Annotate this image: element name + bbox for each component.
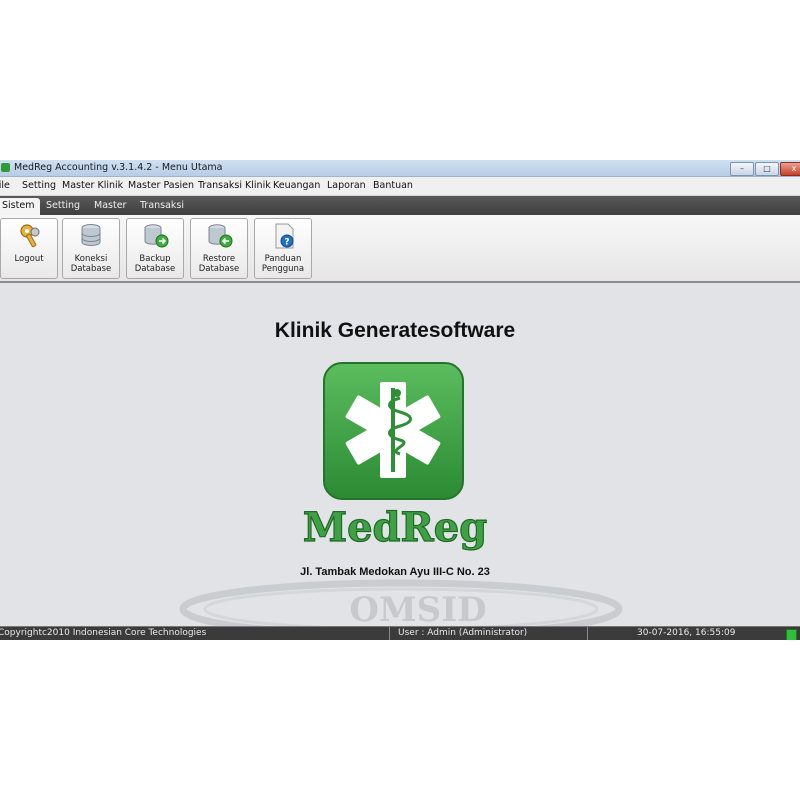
clinic-name: Klinik Generatesoftware <box>274 319 516 342</box>
window-title: MedReg Accounting v.3.1.4.2 - Menu Utama <box>14 162 223 173</box>
connection-indicator-icon <box>786 629 797 640</box>
maximize-button[interactable]: □ <box>755 162 779 176</box>
database-icon <box>81 224 101 247</box>
tab-sistem[interactable]: Sistem <box>0 198 41 215</box>
menu-keuangan[interactable]: Keuangan <box>273 180 320 191</box>
app-icon <box>1 163 10 172</box>
logout-label: Logout <box>14 254 44 264</box>
database-backup-icon <box>144 224 169 248</box>
status-separator <box>389 627 390 640</box>
svg-text:?: ? <box>284 238 289 248</box>
restore-database-button[interactable]: Restore Database <box>190 218 248 279</box>
restore-database-label: Restore Database <box>198 254 240 274</box>
title-bar[interactable]: MedReg Accounting v.3.1.4.2 - Menu Utama… <box>0 160 800 177</box>
main-content: Klinik Generatesoftware MedReg Jl. Tamba… <box>0 283 800 635</box>
backup-database-button[interactable]: Backup Database <box>126 218 184 279</box>
tab-master[interactable]: Master <box>88 198 132 215</box>
menu-bar: File Setting Master Klinik Master Pasien… <box>0 177 800 196</box>
ribbon-toolbar: Logout Koneksi Database Backup Database <box>0 215 800 283</box>
menu-laporan[interactable]: Laporan <box>327 180 366 191</box>
medreg-logo-icon <box>323 362 464 500</box>
logout-button[interactable]: Logout <box>0 218 58 279</box>
database-restore-icon <box>208 224 233 248</box>
tab-setting[interactable]: Setting <box>40 198 86 215</box>
status-separator <box>587 627 588 640</box>
menu-transaksi-klinik[interactable]: Transaksi Klinik <box>198 180 271 191</box>
keys-icon <box>20 224 40 248</box>
panduan-pengguna-button[interactable]: ? Panduan Pengguna <box>254 218 312 279</box>
menu-setting[interactable]: Setting <box>22 180 56 191</box>
koneksi-database-label: Koneksi Database <box>70 254 112 274</box>
current-user: User : Admin (Administrator) <box>398 628 528 638</box>
svg-text:MedReg: MedReg <box>303 504 487 551</box>
menu-file[interactable]: File <box>0 180 10 191</box>
ribbon-tab-bar: Sistem Setting Master Transaksi <box>0 196 800 215</box>
date-time: 30-07-2016, 16:55:09 <box>637 628 736 638</box>
tab-transaksi[interactable]: Transaksi <box>134 198 190 215</box>
close-button[interactable]: x <box>780 162 800 176</box>
menu-bantuan[interactable]: Bantuan <box>373 180 413 191</box>
menu-master-klinik[interactable]: Master Klinik <box>62 180 123 191</box>
medreg-wordmark: MedReg <box>302 503 488 551</box>
status-bar: Copyrightc2010 Indonesian Core Technolog… <box>0 626 800 640</box>
menu-master-pasien[interactable]: Master Pasien <box>128 180 194 191</box>
svg-text:OMSID: OMSID <box>349 590 486 630</box>
panduan-pengguna-label: Panduan Pengguna <box>261 254 305 274</box>
koneksi-database-button[interactable]: Koneksi Database <box>62 218 120 279</box>
copyright-text: Copyrightc2010 Indonesian Core Technolog… <box>0 628 207 638</box>
app-window: MedReg Accounting v.3.1.4.2 - Menu Utama… <box>0 160 800 640</box>
help-document-icon: ? <box>275 223 294 249</box>
minimize-button[interactable]: – <box>730 162 754 176</box>
backup-database-label: Backup Database <box>134 254 176 274</box>
